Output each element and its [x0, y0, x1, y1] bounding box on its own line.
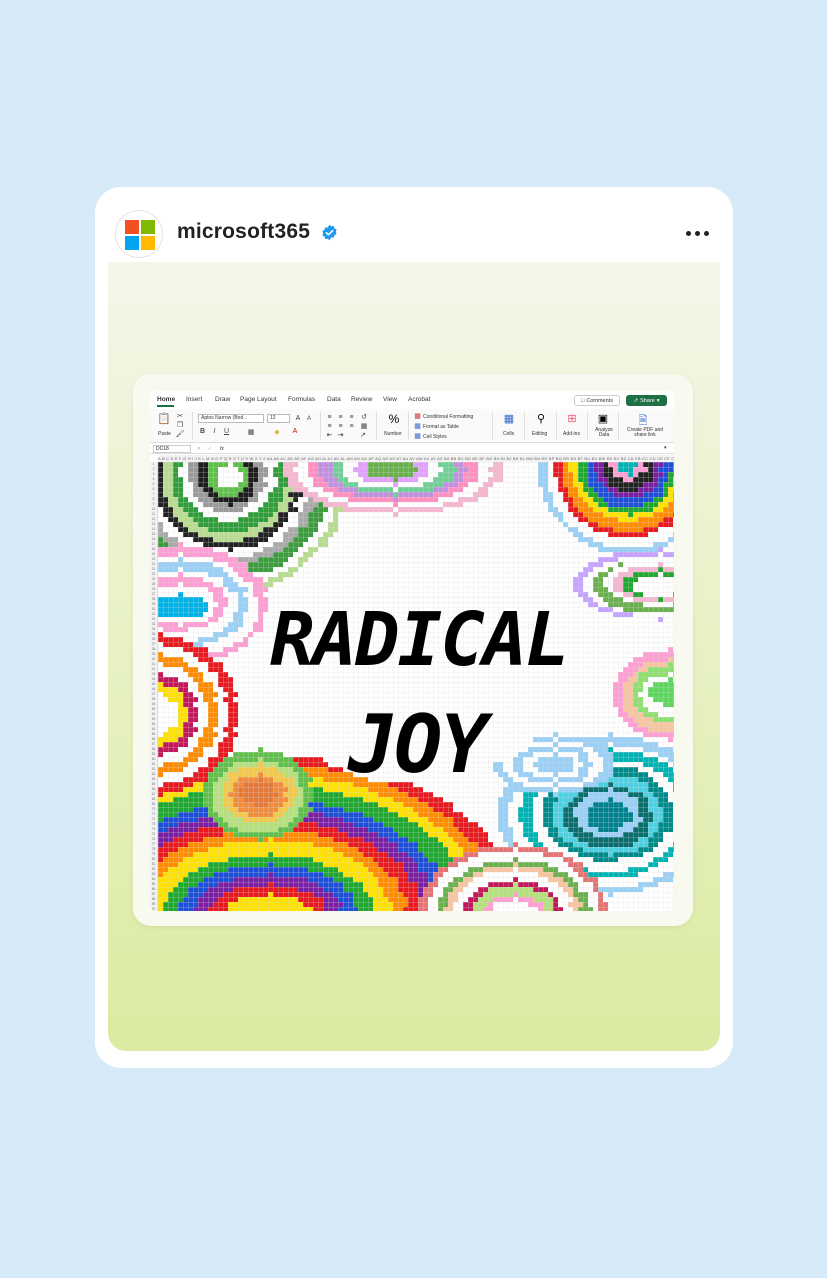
row-headers: 1 2 3 4 5 6 7 8 9 10 11 12 13 14 15 16 17 18 19 20 21 22 23 24 2… — [150, 462, 158, 911]
format-painter-icon[interactable]: 🖌 — [176, 430, 185, 438]
tab-home[interactable]: Home — [157, 396, 175, 403]
tab-page-layout[interactable]: Page Layout — [240, 396, 277, 403]
tab-acrobat[interactable]: Acrobat — [408, 396, 430, 403]
decrease-font-icon[interactable]: A — [304, 414, 314, 423]
separator — [618, 412, 619, 440]
column-headers: A B C D E F G H I J K L M N O P Q R S T … — [158, 455, 674, 462]
align-left-icon[interactable]: ≡ — [325, 422, 334, 430]
indent-increase-icon[interactable]: ⇥ — [336, 431, 345, 439]
tab-view[interactable]: View — [383, 396, 397, 403]
cut-icon[interactable]: ✂ — [176, 412, 184, 420]
post-image: Home Insert Draw Page Layout Formulas Da… — [108, 262, 720, 1051]
formula-bar: DC18 ✕ ✓ fx ▾ — [150, 444, 674, 454]
bold-button[interactable]: B — [198, 427, 207, 436]
fill-color-icon[interactable]: ◈ — [272, 427, 282, 436]
lettering-word: JOY — [347, 698, 494, 791]
pixel-art-canvas[interactable]: RADICAL JOY — [158, 462, 674, 911]
tab-review[interactable]: Review — [351, 396, 372, 403]
align-top-icon[interactable]: ≡ — [325, 413, 334, 421]
tab-data[interactable]: Data — [327, 396, 341, 403]
fx-label[interactable]: fx — [220, 446, 224, 452]
italic-button[interactable]: I — [210, 427, 219, 436]
paste-label: Paste — [158, 431, 171, 437]
share-icon: ↗ — [633, 397, 639, 404]
verified-badge-icon — [322, 224, 337, 241]
confirm-icon[interactable]: ✓ — [208, 446, 212, 452]
underline-button[interactable]: U — [222, 427, 231, 436]
tab-formulas[interactable]: Formulas — [288, 396, 315, 403]
cells-icon[interactable]: ▦ — [499, 412, 519, 425]
increase-font-icon[interactable]: A — [293, 414, 303, 423]
indent-decrease-icon[interactable]: ⇤ — [325, 431, 334, 439]
copy-icon[interactable]: ❐ — [176, 421, 184, 429]
wrap-text-icon[interactable]: ↺ — [358, 413, 370, 421]
excel-window: Home Insert Draw Page Layout Formulas Da… — [150, 391, 674, 911]
share-label: Share — [640, 397, 655, 404]
align-center-icon[interactable]: ≡ — [336, 422, 345, 430]
separator — [492, 412, 493, 440]
cell-styles-button[interactable]: Cell Styles — [423, 434, 447, 440]
comments-button[interactable]: □ Comments — [574, 395, 620, 406]
cell-styles-icon[interactable]: ▦ — [414, 432, 421, 440]
align-right-icon[interactable]: ≡ — [347, 422, 356, 430]
separator — [320, 412, 321, 440]
excel-frame: Home Insert Draw Page Layout Formulas Da… — [133, 374, 693, 926]
create-pdf-label: Create PDF and share link — [626, 427, 664, 438]
merge-icon[interactable]: ▦ — [358, 422, 370, 430]
font-size-select[interactable]: 12 — [267, 414, 290, 423]
percent-icon[interactable]: % — [384, 412, 404, 426]
format-as-table-button[interactable]: Format as Table — [423, 424, 459, 430]
analyze-data-label: Analyze Data — [595, 427, 613, 438]
separator — [376, 412, 377, 440]
conditional-formatting-icon[interactable]: ▦ — [414, 412, 421, 420]
avatar[interactable] — [115, 210, 163, 258]
ribbon: 📋 Paste ✂ ❐ 🖌 Aptos Narrow (Bod... 12 A … — [150, 409, 674, 443]
font-name-select[interactable]: Aptos Narrow (Bod... — [198, 414, 264, 423]
analyze-data-icon[interactable]: ▣ — [593, 412, 613, 425]
separator — [556, 412, 557, 440]
more-dots-icon[interactable] — [683, 223, 711, 243]
separator — [524, 412, 525, 440]
share-button[interactable]: ↗ Share ▾ — [626, 395, 667, 406]
instagram-post-card: microsoft365 Home Insert Draw Page Layou… — [95, 187, 733, 1068]
conditional-formatting-button[interactable]: Conditional Formatting — [423, 414, 473, 420]
tab-insert[interactable]: Insert — [186, 396, 202, 403]
orientation-icon[interactable]: ↗ — [356, 431, 370, 439]
row-number[interactable]: 90 — [150, 907, 157, 911]
active-tab-indicator — [157, 405, 174, 407]
separator — [408, 412, 409, 440]
cancel-icon[interactable]: ✕ — [197, 446, 201, 452]
microsoft-logo-icon — [125, 220, 155, 250]
search-icon[interactable]: ⚲ — [531, 412, 551, 425]
lettering-word: RADICAL — [270, 597, 568, 683]
name-box[interactable]: DC18 — [153, 445, 191, 453]
separator — [192, 412, 193, 440]
number-label: Number — [384, 431, 402, 437]
borders-icon[interactable]: ▦ — [246, 427, 256, 436]
expand-formula-bar-icon[interactable]: ▾ — [664, 445, 667, 451]
comments-label: Comments — [586, 397, 613, 404]
ribbon-tabs: Home Insert Draw Page Layout Formulas Da… — [150, 391, 674, 409]
align-middle-icon[interactable]: ≡ — [336, 413, 345, 421]
align-bottom-icon[interactable]: ≡ — [347, 413, 356, 421]
cells-label: Cells — [503, 431, 515, 437]
separator — [587, 412, 588, 440]
chevron-down-icon: ▾ — [656, 397, 660, 404]
tab-draw[interactable]: Draw — [215, 396, 230, 403]
paste-icon[interactable]: 📋 — [154, 412, 174, 425]
editing-label: Editing — [532, 431, 548, 437]
add-ins-label: Add-ins — [563, 431, 580, 437]
post-header: microsoft365 — [95, 187, 733, 262]
font-color-icon[interactable]: A — [290, 427, 300, 436]
username[interactable]: microsoft365 — [177, 220, 310, 244]
comment-icon: □ — [581, 397, 585, 404]
cell-grid — [158, 462, 674, 911]
format-table-icon[interactable]: ▦ — [414, 422, 421, 430]
add-ins-icon[interactable]: ⊞ — [562, 412, 582, 425]
